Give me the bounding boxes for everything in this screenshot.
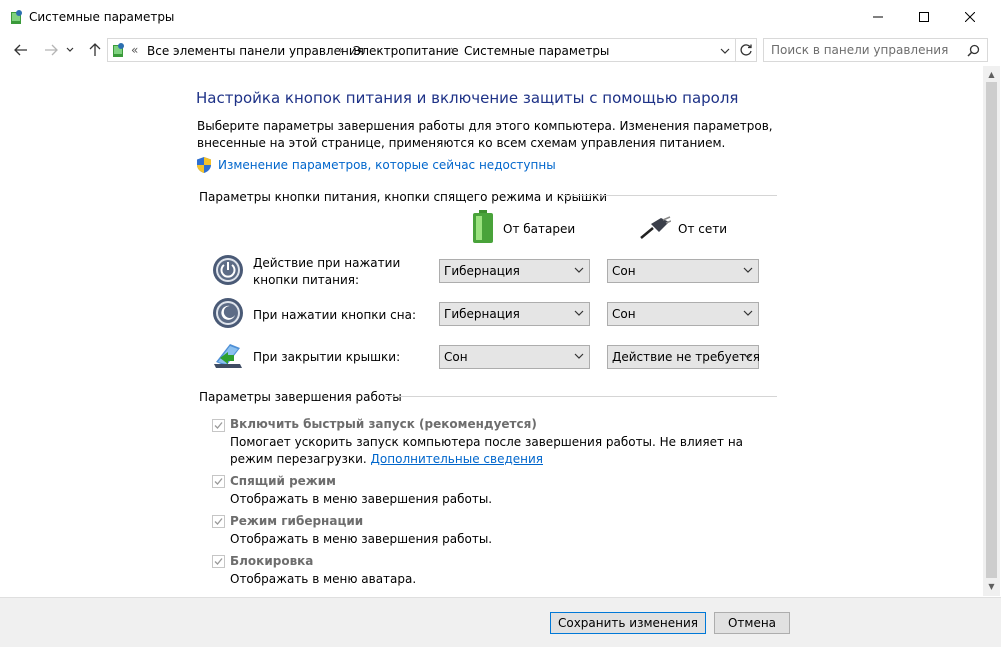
divider — [735, 39, 736, 61]
power-buttons-group-title: Параметры кнопки питания, кнопки спящего… — [199, 190, 608, 204]
lock-description: Отображать в меню аватара. — [230, 572, 417, 586]
hibernate-title: Режим гибернации — [230, 514, 364, 528]
fast-startup-title: Включить быстрый запуск (рекомендуется) — [230, 417, 537, 431]
search-input[interactable]: Поиск в панели управления — [763, 38, 988, 62]
arrow-left-icon — [14, 44, 27, 56]
vertical-scrollbar[interactable]: ▲ ▼ — [983, 66, 1000, 596]
checkmark-icon — [214, 558, 223, 565]
power-plug-icon — [640, 216, 671, 239]
group-divider — [560, 195, 777, 196]
fast-startup-checkbox[interactable] — [212, 419, 225, 432]
checkmark-icon — [214, 478, 223, 485]
breadcrumb-separator: › — [339, 43, 344, 57]
select-value: Гибернация — [444, 264, 520, 278]
minimize-button[interactable] — [855, 0, 901, 34]
control-panel-icon — [113, 43, 124, 57]
checkmark-icon — [214, 518, 223, 525]
plugged-in-header: От сети — [678, 222, 728, 236]
lock-title: Блокировка — [230, 554, 314, 568]
page-description: Выберите параметры завершения работы для… — [197, 119, 773, 150]
chevron-down-icon — [66, 47, 74, 52]
back-button[interactable] — [10, 39, 32, 61]
laptop-lid-icon — [214, 344, 242, 368]
chevron-down-icon — [574, 310, 584, 316]
chevron-down-icon — [574, 353, 584, 359]
change-unavailable-settings-link[interactable]: Изменение параметров, которые сейчас нед… — [218, 158, 556, 172]
lock-checkbox[interactable] — [212, 555, 225, 568]
refresh-icon[interactable] — [739, 43, 753, 57]
maximize-button[interactable] — [901, 0, 947, 34]
window: Системные параметры « Все элементы панел… — [0, 0, 1001, 647]
battery-icon — [473, 210, 493, 243]
sleep-button-icon — [213, 298, 243, 328]
chevron-down-icon — [743, 353, 753, 359]
scroll-up-icon[interactable]: ▲ — [983, 66, 1000, 82]
hibernate-checkbox[interactable] — [212, 515, 225, 528]
more-info-link[interactable]: Дополнительные сведения — [371, 452, 543, 466]
footer-bar: Сохранить изменения Отмена — [0, 597, 1001, 647]
scroll-down-icon[interactable]: ▼ — [983, 578, 1000, 594]
maximize-icon — [919, 12, 929, 22]
select-value: Сон — [444, 350, 468, 364]
select-value: Сон — [612, 307, 636, 321]
lid-close-action-label: При закрытии крышки: — [253, 350, 401, 364]
shutdown-group-title: Параметры завершения работы — [199, 390, 402, 404]
select-value: Гибернация — [444, 307, 520, 321]
breadcrumb-power-options[interactable]: Электропитание — [353, 44, 459, 58]
sleep-button-battery-select[interactable]: Гибернация — [439, 302, 590, 326]
group-divider — [385, 396, 777, 397]
breadcrumb-all-items[interactable]: Все элементы панели управления — [147, 44, 364, 58]
close-button[interactable] — [947, 0, 993, 34]
power-button-action-label: Действие при нажатии кнопки питания: — [253, 256, 401, 287]
arrow-up-icon — [89, 43, 101, 56]
sleep-button-action-label: При нажатии кнопки сна: — [253, 308, 417, 322]
chevron-down-icon[interactable] — [720, 48, 730, 54]
search-placeholder: Поиск в панели управления — [771, 43, 949, 57]
chevron-down-icon — [574, 267, 584, 273]
breadcrumb-system-settings[interactable]: Системные параметры — [464, 44, 609, 58]
close-icon — [965, 12, 975, 22]
sleep-description: Отображать в меню завершения работы. — [230, 492, 493, 506]
scrollbar-thumb[interactable] — [986, 82, 997, 578]
minimize-icon — [873, 16, 883, 18]
cancel-button[interactable]: Отмена — [714, 612, 790, 634]
hibernate-description: Отображать в меню завершения работы. — [230, 532, 493, 546]
recent-locations-button[interactable] — [63, 39, 77, 61]
power-button-battery-select[interactable]: Гибернация — [439, 259, 590, 283]
sleep-button-ac-select[interactable]: Сон — [607, 302, 759, 326]
chevron-down-icon — [743, 267, 753, 273]
lid-close-battery-select[interactable]: Сон — [439, 345, 590, 369]
up-button[interactable] — [84, 39, 106, 61]
save-changes-button[interactable]: Сохранить изменения — [550, 612, 706, 634]
arrow-right-icon — [45, 44, 58, 56]
checkmark-icon — [214, 422, 223, 429]
address-bar[interactable]: « Все элементы панели управления › Элект… — [107, 38, 757, 62]
sleep-checkbox[interactable] — [212, 475, 225, 488]
forward-button[interactable] — [40, 39, 62, 61]
control-panel-icon — [11, 10, 22, 24]
uac-shield-icon — [197, 157, 211, 173]
title-bar: Системные параметры — [0, 0, 1001, 34]
sleep-title: Спящий режим — [230, 474, 336, 488]
window-title: Системные параметры — [29, 10, 175, 24]
lid-close-ac-select[interactable]: Действие не требуется — [607, 345, 760, 369]
chevron-down-icon — [743, 310, 753, 316]
navigation-bar: « Все элементы панели управления › Элект… — [0, 36, 1001, 66]
power-button-icon — [213, 255, 243, 285]
page-title: Настройка кнопок питания и включение защ… — [196, 89, 739, 107]
fast-startup-description: Помогает ускорить запуск компьютера посл… — [230, 434, 750, 468]
on-battery-header: От батареи — [503, 222, 576, 236]
search-icon[interactable] — [967, 44, 980, 57]
breadcrumb-overflow[interactable]: « — [131, 43, 138, 57]
power-button-ac-select[interactable]: Сон — [607, 259, 759, 283]
select-value: Сон — [612, 264, 636, 278]
select-value: Действие не требуется — [612, 350, 760, 364]
breadcrumb-separator: › — [450, 43, 455, 57]
